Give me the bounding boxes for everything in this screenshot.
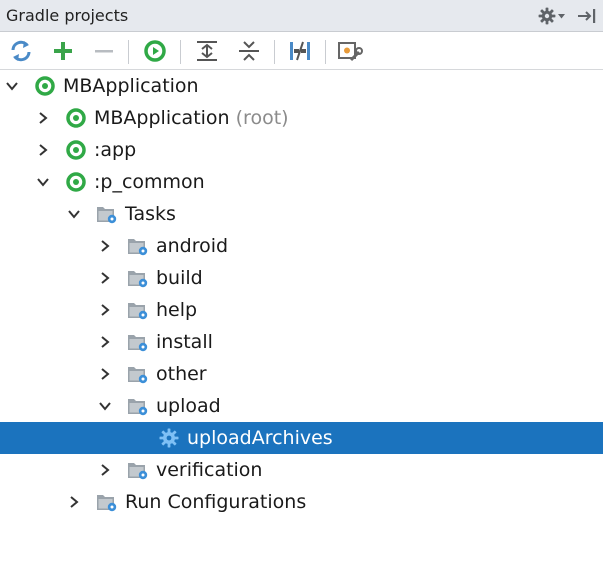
task-folder-icon xyxy=(97,495,117,512)
tree-node-name: help xyxy=(156,299,198,321)
tree-node-upload[interactable]: upload xyxy=(0,390,603,422)
task-folder-icon xyxy=(128,463,148,480)
tree-node-mbapp[interactable]: MBApplication (root) xyxy=(0,102,603,134)
gradle-settings-button[interactable] xyxy=(337,38,363,64)
tree-node-name: :p_common xyxy=(94,171,205,193)
tree-node-label: :p_common xyxy=(94,166,205,198)
chevron-right-icon[interactable] xyxy=(36,143,50,157)
tree-node-install[interactable]: install xyxy=(0,326,603,358)
chevron-right-icon[interactable] xyxy=(98,367,112,381)
panel-title: Gradle projects xyxy=(6,6,129,25)
tree-node-name: android xyxy=(156,235,229,257)
remove-project-icon xyxy=(95,50,113,53)
tree-node-name: install xyxy=(156,331,213,353)
gradle-icon xyxy=(66,172,86,192)
chevron-right-icon[interactable] xyxy=(98,271,112,285)
tree-node-mbapp-root[interactable]: MBApplication xyxy=(0,70,603,102)
toolbar-separator xyxy=(325,40,326,64)
tree-node-other[interactable]: other xyxy=(0,358,603,390)
tree-node-run-configs[interactable]: Run Configurations xyxy=(0,486,603,518)
refresh-all-icon xyxy=(11,40,31,62)
hide-panel-icon[interactable] xyxy=(576,6,598,26)
add-project-icon xyxy=(54,42,72,60)
tree-node-build[interactable]: build xyxy=(0,262,603,294)
gradle-icon xyxy=(35,76,55,96)
tree-node-p-common[interactable]: :p_common xyxy=(0,166,603,198)
tree-node-label: other xyxy=(156,358,207,390)
task-folder-icon xyxy=(128,399,148,416)
task-folder-icon xyxy=(97,207,117,224)
tree-node-app[interactable]: :app xyxy=(0,134,603,166)
tree-node-verification[interactable]: verification xyxy=(0,454,603,486)
toggle-offline-icon xyxy=(290,41,310,61)
task-folder-icon xyxy=(128,367,148,384)
gradle-icon xyxy=(66,108,86,128)
task-folder-icon xyxy=(128,239,148,256)
tree-node-label: Run Configurations xyxy=(125,486,306,518)
task-gear-icon xyxy=(159,428,179,448)
chevron-right-icon[interactable] xyxy=(98,303,112,317)
execute-task-icon xyxy=(144,40,166,62)
tree-node-name: build xyxy=(156,267,203,289)
collapse-all-button[interactable] xyxy=(236,38,262,64)
tree-node-label: android xyxy=(156,230,228,262)
tree-node-name: verification xyxy=(156,459,263,481)
settings-icon xyxy=(338,42,363,62)
tree-node-name: other xyxy=(156,363,207,385)
tree-node-android[interactable]: android xyxy=(0,230,603,262)
chevron-down-icon[interactable] xyxy=(98,399,112,413)
tree-node-name: MBApplication xyxy=(94,107,230,129)
chevron-right-icon[interactable] xyxy=(98,335,112,349)
refresh-all-button[interactable] xyxy=(8,38,34,64)
task-folder-icon xyxy=(128,335,148,352)
tree-node-upload-archives[interactable]: uploadArchives xyxy=(0,422,603,454)
tree-node-name: Run Configurations xyxy=(125,491,307,513)
root-suffix: (root) xyxy=(229,107,289,129)
tree-node-label: install xyxy=(156,326,213,358)
tree-node-label: uploadArchives xyxy=(187,422,333,454)
chevron-right-icon[interactable] xyxy=(67,495,81,509)
chevron-right-icon[interactable] xyxy=(36,111,50,125)
chevron-right-icon[interactable] xyxy=(98,463,112,477)
tree-node-label: MBApplication (root) xyxy=(94,102,289,134)
gear-icon[interactable] xyxy=(538,7,556,25)
add-project-button[interactable] xyxy=(50,38,76,64)
chevron-down-icon[interactable] xyxy=(558,14,565,19)
remove-project-button[interactable] xyxy=(91,38,117,64)
chevron-right-icon[interactable] xyxy=(98,239,112,253)
execute-task-button[interactable] xyxy=(142,38,168,64)
toolbar-separator xyxy=(128,40,129,64)
tree-node-label: upload xyxy=(156,390,221,422)
tree-node-label: help xyxy=(156,294,197,326)
toolbar xyxy=(0,32,603,70)
chevron-down-icon[interactable] xyxy=(5,79,19,93)
toolbar-separator xyxy=(274,40,275,64)
gradle-project-tree: MBApplication MBApplication (root):app:p_… xyxy=(0,70,603,518)
tree-node-help[interactable]: help xyxy=(0,294,603,326)
tree-node-name: upload xyxy=(156,395,221,417)
gradle-icon xyxy=(66,140,86,160)
tree-node-label: build xyxy=(156,262,203,294)
task-folder-icon xyxy=(128,303,148,320)
tree-node-name: MBApplication xyxy=(63,75,199,97)
toolbar-separator xyxy=(180,40,181,64)
tree-node-label: Tasks xyxy=(125,198,176,230)
tree-node-tasks[interactable]: Tasks xyxy=(0,198,603,230)
chevron-down-icon[interactable] xyxy=(36,175,50,189)
toggle-offline-button[interactable] xyxy=(287,38,313,64)
expand-all-button[interactable] xyxy=(194,38,220,64)
tree-node-label: verification xyxy=(156,454,262,486)
collapse-all-icon xyxy=(239,41,259,61)
tree-node-label: MBApplication xyxy=(63,70,199,102)
expand-all-icon xyxy=(197,41,217,61)
tree-node-name: :app xyxy=(94,139,137,161)
tree-node-name: uploadArchives xyxy=(187,427,333,449)
tree-node-name: Tasks xyxy=(125,203,176,225)
tree-node-label: :app xyxy=(94,134,136,166)
chevron-down-icon[interactable] xyxy=(67,207,81,221)
task-folder-icon xyxy=(128,271,148,288)
panel-header: Gradle projects xyxy=(0,0,603,32)
